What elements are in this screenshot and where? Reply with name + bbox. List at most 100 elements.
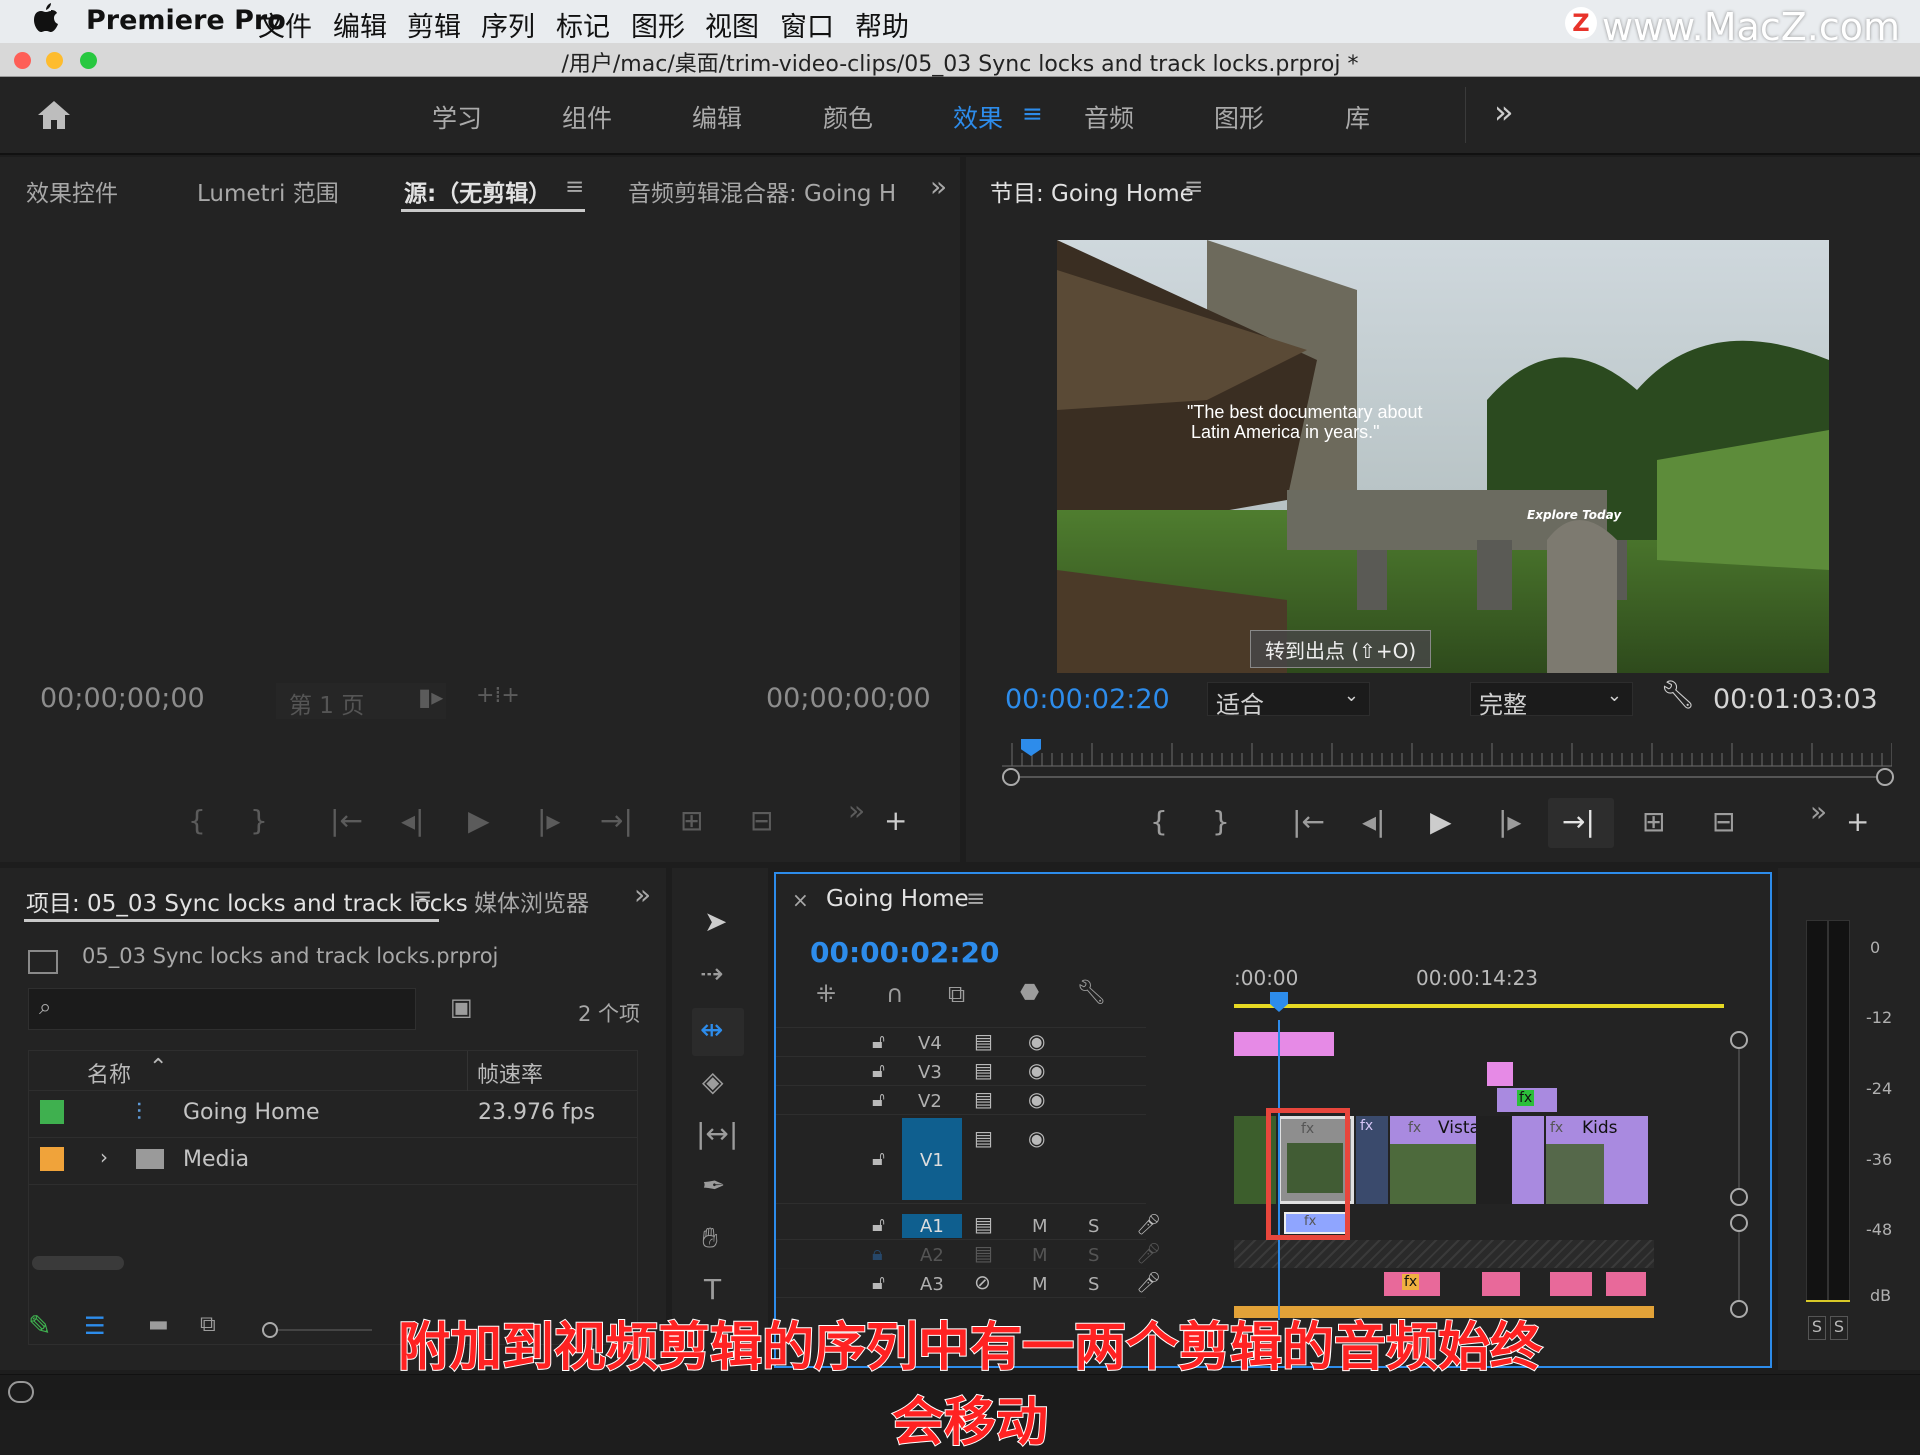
microphone-icon[interactable]: 🎤︎ [1136, 1241, 1161, 1265]
sort-ascending-icon[interactable]: ⌃ [149, 1055, 167, 1080]
go-to-out-icon[interactable]: →| [600, 807, 633, 835]
solo-button[interactable]: S [1088, 1274, 1099, 1295]
track-name[interactable]: V2 [918, 1091, 942, 1112]
menu-view[interactable]: 视图 [705, 5, 759, 44]
work-area-bar[interactable] [1234, 1004, 1724, 1008]
v1-clip-kids[interactable]: fx Kids [1546, 1116, 1622, 1204]
icon-view-icon[interactable]: ▬ [148, 1314, 169, 1336]
toggle-sync-lock-icon[interactable]: ▤ [974, 1241, 993, 1265]
insert-icon[interactable]: ⊞ [680, 807, 703, 835]
microphone-icon[interactable]: 🎤︎ [1136, 1212, 1161, 1236]
audio-scroll-top-handle[interactable] [1730, 1214, 1748, 1232]
nest-toggle-icon[interactable]: ⁜ [816, 982, 836, 1006]
eye-icon[interactable]: ◉ [1028, 1029, 1045, 1053]
v1-clip-vista[interactable]: fx Vista [1390, 1116, 1480, 1204]
app-name-menu[interactable]: Premiere Pro [86, 5, 286, 36]
source-timecode-left[interactable]: 00;00;00;00 [40, 683, 205, 714]
solo-right-button[interactable]: S [1830, 1316, 1848, 1340]
step-back-icon[interactable]: ◂| [401, 807, 425, 835]
solo-left-button[interactable]: S [1808, 1316, 1826, 1340]
list-item[interactable]: › Media [28, 1139, 638, 1185]
sync-lock-off-icon[interactable]: ⊘ [974, 1270, 991, 1294]
label-color-swatch[interactable] [40, 1100, 64, 1124]
a3-audio-clip-4[interactable] [1606, 1272, 1646, 1296]
play-icon[interactable]: ▶ [1430, 808, 1452, 836]
extract-icon[interactable]: ⊟ [1712, 808, 1735, 836]
timeline-tab[interactable]: Going Home [826, 886, 969, 912]
toggle-sync-lock-icon[interactable]: ▤ [974, 1087, 993, 1111]
add-marker-icon[interactable]: ⬣ [1020, 982, 1039, 1004]
type-tool-icon[interactable]: T [704, 1276, 721, 1304]
project-menu-icon[interactable]: ≡ [413, 884, 432, 910]
v1-clip-tail[interactable] [1622, 1116, 1648, 1204]
find-icon[interactable]: ▣ [450, 995, 473, 1019]
program-video-frame[interactable]: "The best documentary about Latin Americ… [1057, 240, 1829, 673]
toggle-sync-lock-icon[interactable]: ▤ [974, 1029, 993, 1053]
button-editor-add-icon[interactable]: + [1846, 808, 1869, 836]
track-name[interactable]: V3 [918, 1062, 942, 1083]
tab-project[interactable]: 项目: 05_03 Sync locks and track locks [26, 884, 468, 918]
hand-tool-icon[interactable]: ✋︎ [702, 1224, 718, 1252]
panel-overflow-icon[interactable]: » [634, 878, 651, 911]
workspace-libraries[interactable]: 库 [1345, 99, 1370, 135]
column-frame-rate[interactable]: 帧速率 [477, 1057, 543, 1089]
disclosure-triangle-icon[interactable]: › [100, 1145, 108, 1169]
menu-edit[interactable]: 编辑 [333, 5, 387, 44]
program-tab[interactable]: 节目: Going Home [990, 174, 1194, 208]
play-icon[interactable]: ▶ [468, 807, 490, 835]
panel-overflow-icon[interactable]: » [930, 170, 947, 203]
button-overflow-icon[interactable]: » [848, 797, 865, 825]
ripple-edit-tool-icon[interactable]: ⇹ [700, 1016, 723, 1044]
button-editor-add-icon[interactable]: + [884, 807, 907, 835]
workspace-editing[interactable]: 编辑 [692, 99, 742, 135]
timeline-clip-area[interactable]: fx fx fx fx Vista fx Kids fx fx [1234, 1020, 1728, 1320]
solo-button[interactable]: S [1088, 1245, 1099, 1266]
mute-button[interactable]: M [1032, 1274, 1048, 1295]
v1-clip-kids-lead[interactable] [1512, 1116, 1544, 1204]
column-name[interactable]: 名称 [87, 1057, 131, 1089]
track-name[interactable]: V1 [920, 1150, 944, 1171]
tab-audio-clip-mixer[interactable]: 音频剪辑混合器: Going H [628, 174, 896, 208]
list-view-icon[interactable]: ☰ [84, 1314, 106, 1338]
toggle-sync-lock-icon[interactable]: ▤ [974, 1212, 993, 1236]
source-panel-menu-icon[interactable]: ≡ [565, 174, 584, 200]
zoom-slider[interactable] [262, 1322, 372, 1338]
mark-out-icon[interactable]: } [1212, 808, 1230, 836]
workspace-overflow-icon[interactable]: » [1494, 93, 1514, 131]
home-icon[interactable] [36, 99, 72, 131]
track-lock-icon[interactable]: 🔓︎ [872, 1029, 885, 1053]
v3-title-clip[interactable] [1487, 1062, 1513, 1086]
track-select-tool-icon[interactable]: ⇢ [700, 960, 723, 988]
v4-title-clip[interactable] [1234, 1032, 1334, 1056]
workspace-assembly[interactable]: 组件 [562, 99, 612, 135]
track-name[interactable]: A1 [920, 1216, 944, 1237]
mute-button[interactable]: M [1032, 1216, 1048, 1237]
tab-source[interactable]: 源:（无剪辑） [404, 174, 551, 208]
overwrite-source-icon[interactable]: +⁞+ [476, 685, 520, 707]
v2-graphic-clip[interactable]: fx [1497, 1088, 1557, 1112]
go-to-in-icon[interactable]: |← [1292, 808, 1325, 836]
button-overflow-icon[interactable]: » [1810, 798, 1827, 826]
razor-tool-icon[interactable]: ◈ [702, 1068, 724, 1096]
mark-in-icon[interactable]: { [188, 807, 206, 835]
mark-out-icon[interactable]: } [250, 807, 268, 835]
tab-effect-controls[interactable]: 效果控件 [26, 174, 118, 208]
microphone-icon[interactable]: 🎤︎ [1136, 1270, 1161, 1294]
freeform-view-icon[interactable]: ⧉ [200, 1314, 216, 1336]
track-lock-icon[interactable]: 🔓︎ [872, 1212, 885, 1236]
toggle-sync-lock-icon[interactable]: ▤ [974, 1058, 993, 1082]
selection-tool-icon[interactable]: ➤ [704, 908, 727, 936]
close-sequence-icon[interactable]: × [792, 888, 809, 912]
track-name[interactable]: V4 [918, 1033, 942, 1054]
v1-clip-water[interactable]: fx [1356, 1116, 1388, 1204]
horizontal-scrollbar[interactable] [32, 1256, 124, 1270]
workspace-effects[interactable]: 效果 [953, 99, 1003, 135]
step-forward-icon[interactable]: |▸ [537, 807, 561, 835]
mute-button[interactable]: M [1032, 1245, 1048, 1266]
eye-icon[interactable]: ◉ [1028, 1126, 1045, 1150]
workspace-audio[interactable]: 音频 [1084, 99, 1134, 135]
workspace-graphics[interactable]: 图形 [1214, 99, 1264, 135]
snap-icon[interactable]: ∩ [886, 982, 904, 1006]
track-name[interactable]: A2 [920, 1245, 944, 1266]
a3-audio-clip-3[interactable] [1550, 1272, 1592, 1296]
